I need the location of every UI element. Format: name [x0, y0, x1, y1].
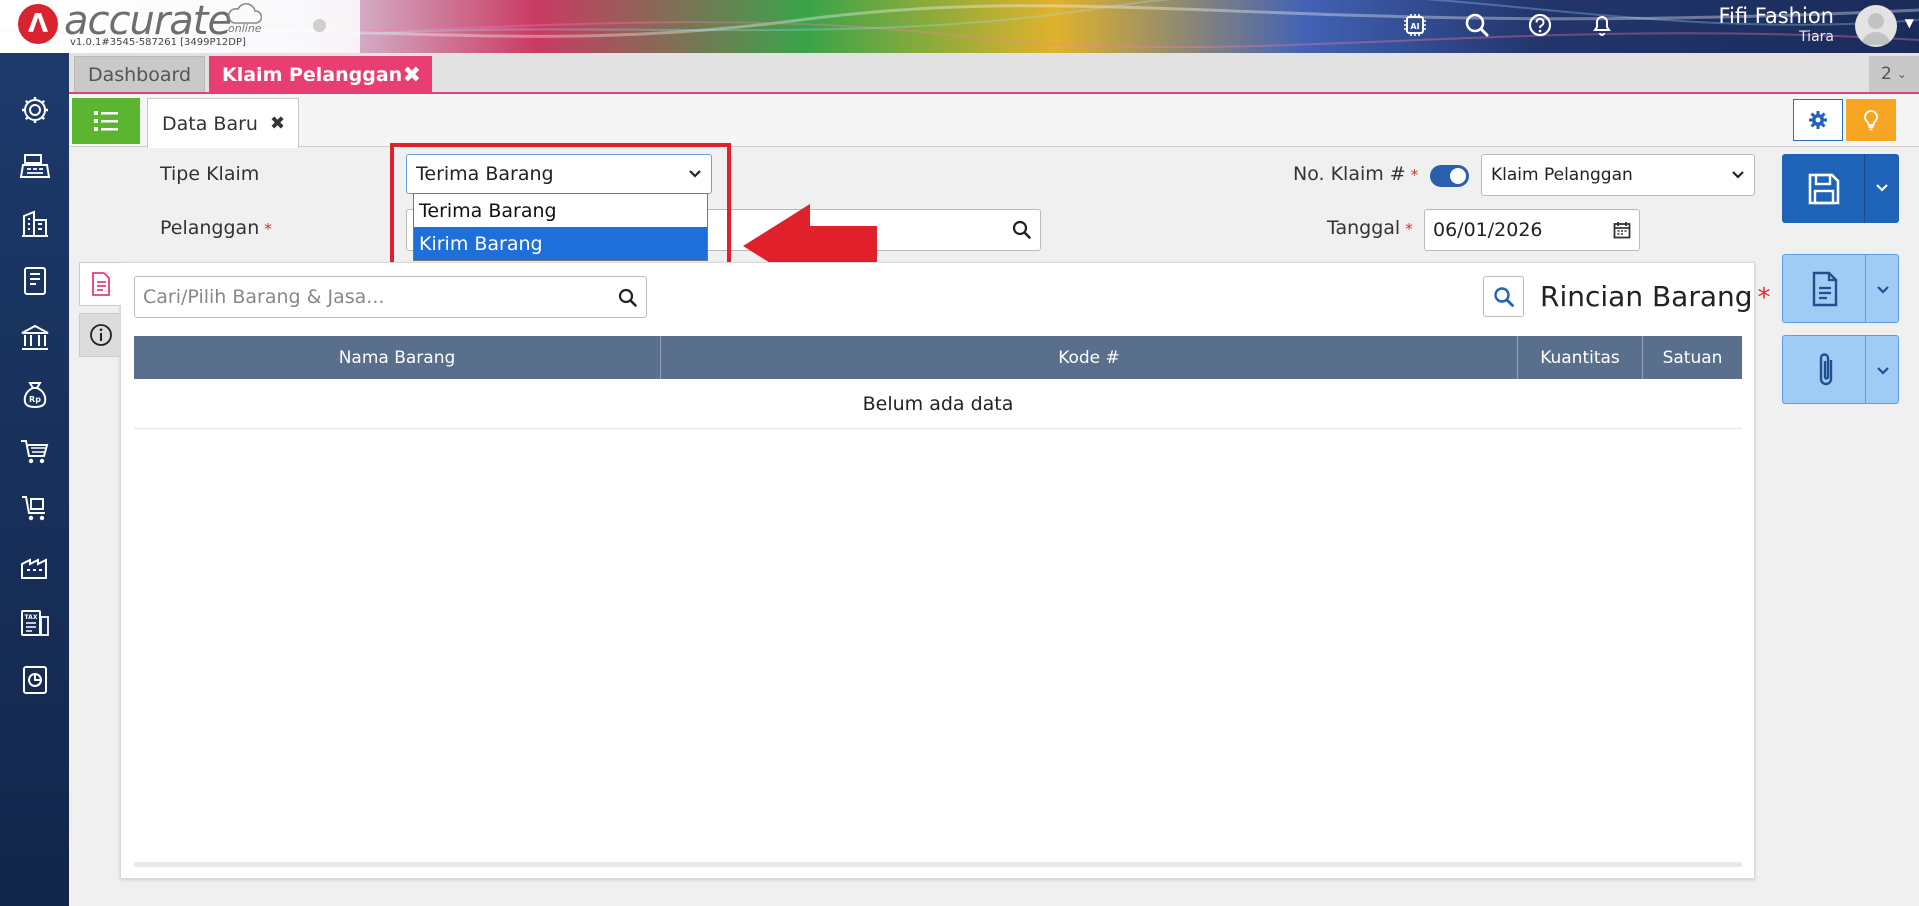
- company-name[interactable]: Fifi Fashion: [1718, 4, 1834, 28]
- no-klaim-label-text: No. Klaim #: [1293, 163, 1406, 185]
- module-tab-bar: Dashboard Klaim Pelanggan ✖ 2 ⌄: [69, 53, 1919, 94]
- tab-data-baru-label: Data Baru: [162, 112, 258, 135]
- user-name[interactable]: Tiara: [1799, 29, 1834, 45]
- search-icon[interactable]: [1012, 220, 1032, 240]
- save-icon: [1808, 173, 1840, 205]
- report-chart-icon[interactable]: [16, 661, 54, 699]
- document-icon: [1812, 271, 1838, 307]
- bell-icon[interactable]: [1587, 10, 1617, 40]
- form-tab-bar: Data Baru ✖: [69, 94, 1919, 148]
- warehouse-icon[interactable]: [16, 547, 54, 585]
- delivery-cart-icon[interactable]: [16, 490, 54, 528]
- rincian-barang-title-text: Rincian Barang: [1540, 280, 1753, 313]
- pelanggan-label: Pelanggan *: [160, 217, 272, 239]
- tanggal-value: 06/01/2026: [1433, 219, 1543, 241]
- attachment-button-divider: [1865, 336, 1866, 403]
- tips-button[interactable]: [1846, 99, 1896, 141]
- accurate-logo-mark: Λ: [18, 4, 58, 44]
- required-mark: *: [1405, 220, 1413, 238]
- column-header-kode[interactable]: Kode #: [661, 336, 1518, 379]
- tanggal-label-text: Tanggal: [1327, 217, 1401, 239]
- no-klaim-value: Klaim Pelanggan: [1491, 165, 1633, 185]
- chevron-down-icon[interactable]: [1876, 285, 1890, 295]
- document-actions-button[interactable]: [1782, 254, 1899, 323]
- required-mark: *: [1757, 283, 1771, 313]
- column-header-nama-barang[interactable]: Nama Barang: [134, 336, 661, 379]
- rincian-barang-title: Rincian Barang *: [1540, 280, 1771, 313]
- tanggal-label: Tanggal *: [1327, 217, 1413, 239]
- attachment-button[interactable]: [1782, 335, 1899, 404]
- tanggal-input[interactable]: 06/01/2026: [1424, 209, 1640, 251]
- save-button[interactable]: [1782, 154, 1899, 223]
- column-header-kuantitas[interactable]: Kuantitas: [1518, 336, 1643, 379]
- save-button-divider: [1864, 154, 1865, 223]
- paperclip-icon: [1819, 353, 1833, 386]
- sidebar: Rp TAX: [0, 53, 69, 906]
- chevron-down-icon: [1732, 171, 1744, 179]
- logo-text: accurate: [64, 0, 232, 44]
- svg-text:TAX: TAX: [25, 614, 38, 621]
- vtab-detail[interactable]: [79, 262, 121, 306]
- pelanggan-label-text: Pelanggan: [160, 217, 260, 239]
- no-klaim-label: No. Klaim # *: [1293, 163, 1418, 185]
- close-icon[interactable]: ✖: [270, 113, 285, 134]
- bank-icon[interactable]: [16, 319, 54, 357]
- ai-chip-icon[interactable]: AI: [1400, 10, 1430, 40]
- search-icon[interactable]: [618, 288, 638, 308]
- tipe-klaim-label: Tipe Klaim: [160, 163, 260, 185]
- chevron-down-icon: ⌄: [1896, 67, 1907, 81]
- status-dot: [313, 19, 326, 32]
- settings-gear-icon[interactable]: [16, 91, 54, 129]
- logo-online-text: online: [228, 22, 262, 35]
- tax-document-icon[interactable]: TAX: [16, 604, 54, 642]
- list-icon: [94, 111, 118, 131]
- chevron-down-icon[interactable]: [1875, 183, 1889, 193]
- tab-klaim-pelanggan-label: Klaim Pelanggan: [222, 64, 403, 86]
- chevron-down-icon[interactable]: [1876, 366, 1890, 376]
- info-icon: [89, 324, 112, 346]
- search-icon[interactable]: [1462, 10, 1492, 40]
- avatar[interactable]: [1855, 5, 1897, 47]
- no-klaim-select[interactable]: Klaim Pelanggan: [1481, 154, 1755, 196]
- svg-text:Rp: Rp: [29, 395, 41, 404]
- tab-count: 2: [1881, 64, 1892, 84]
- barang-search-placeholder: Cari/Pilih Barang & Jasa...: [143, 286, 385, 308]
- ledger-book-icon[interactable]: [16, 262, 54, 300]
- tab-counter-dropdown[interactable]: 2 ⌄: [1869, 56, 1919, 92]
- building-icon[interactable]: [16, 205, 54, 243]
- highlight-box: [390, 143, 731, 270]
- table-header: Nama Barang Kode # Kuantitas Satuan: [134, 336, 1742, 379]
- shopping-cart-icon[interactable]: [16, 433, 54, 471]
- calendar-icon[interactable]: [1613, 221, 1631, 239]
- document-icon: [91, 272, 110, 296]
- required-mark: *: [1410, 166, 1419, 184]
- chevron-down-icon[interactable]: ▼: [1905, 16, 1914, 30]
- document-button-divider: [1865, 255, 1866, 322]
- cashier-icon[interactable]: [16, 148, 54, 186]
- table-empty-message: Belum ada data: [134, 379, 1742, 429]
- tab-dashboard[interactable]: Dashboard: [74, 56, 205, 92]
- column-header-satuan[interactable]: Satuan: [1643, 336, 1742, 379]
- search-icon: [1493, 286, 1514, 307]
- close-icon[interactable]: ✖: [403, 63, 421, 88]
- auto-number-toggle[interactable]: [1430, 165, 1469, 187]
- version-text: v1.0.1#3545-587261 [3499P12DP]: [70, 37, 246, 48]
- header-wave-background: [0, 0, 1919, 53]
- horizontal-scrollbar[interactable]: [134, 862, 1742, 867]
- list-view-button[interactable]: [72, 98, 140, 144]
- top-header: Λ accurate online v1.0.1#3545-587261 [34…: [0, 0, 1919, 53]
- help-icon[interactable]: [1525, 10, 1555, 40]
- tab-klaim-pelanggan[interactable]: Klaim Pelanggan ✖: [209, 56, 432, 94]
- tab-data-baru[interactable]: Data Baru ✖: [147, 98, 299, 148]
- svg-text:AI: AI: [1410, 22, 1419, 31]
- gear-icon: [1809, 111, 1827, 129]
- money-bag-icon[interactable]: Rp: [16, 376, 54, 414]
- form-settings-button[interactable]: [1793, 99, 1843, 141]
- required-mark: *: [264, 220, 272, 238]
- vtab-info[interactable]: [79, 313, 121, 357]
- lightbulb-icon: [1864, 110, 1878, 131]
- barang-search-input[interactable]: Cari/Pilih Barang & Jasa...: [134, 276, 647, 318]
- rincian-search-button[interactable]: [1483, 276, 1524, 317]
